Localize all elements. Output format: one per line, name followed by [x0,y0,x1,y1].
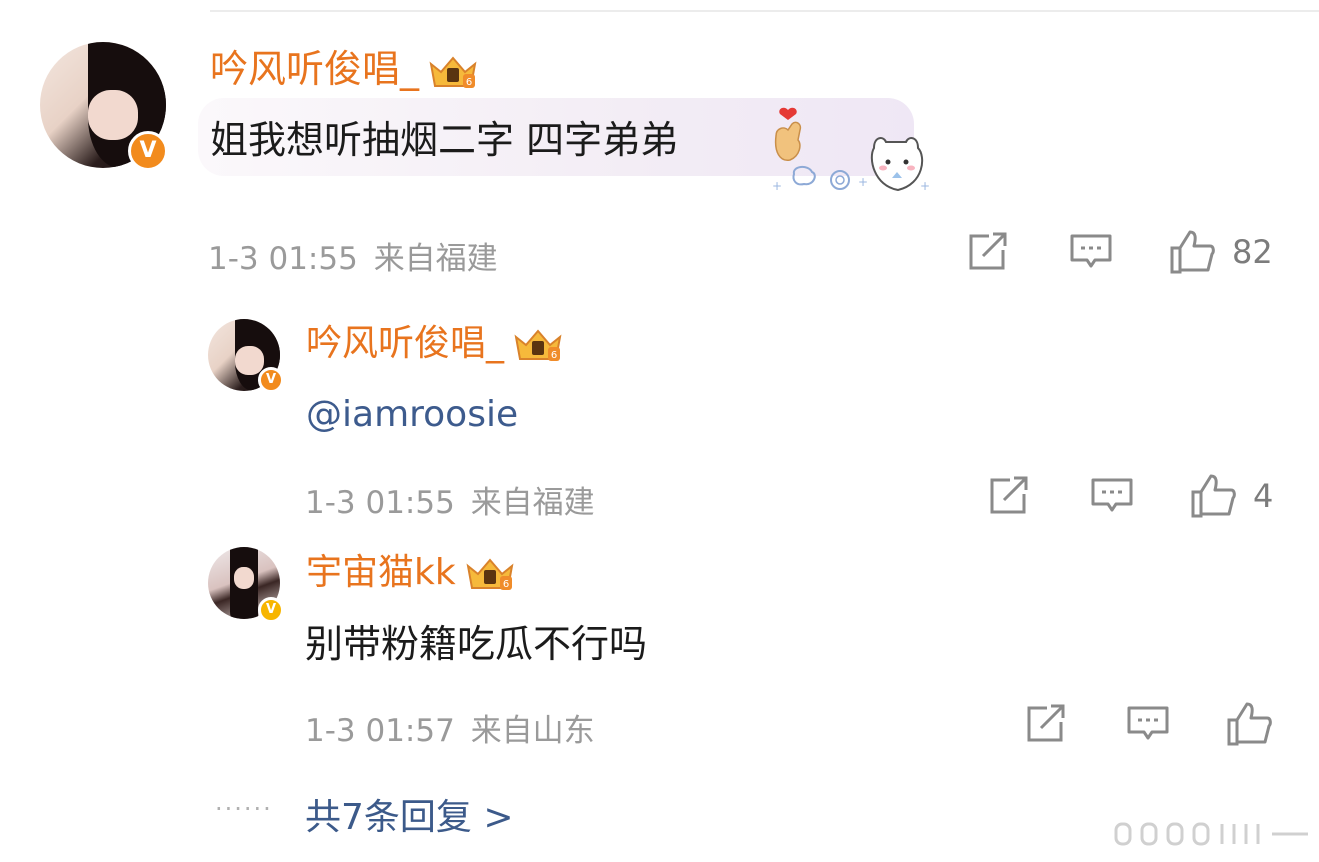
svg-text:6: 6 [503,579,509,590]
comment-icon[interactable] [1090,476,1134,516]
comment-icon[interactable] [1126,704,1170,744]
member-crown-icon: 6 [514,329,562,361]
reply-time: 1-3 01:55 [305,485,455,521]
svg-text:6: 6 [551,350,557,361]
cat-sticker-icon: + + + [770,134,930,200]
reply-time: 1-3 01:57 [305,713,455,749]
member-crown-icon: 6 [429,55,477,88]
verified-badge-icon: V [258,367,284,393]
comment-icon[interactable] [1069,232,1113,272]
reply-meta: 1-3 01:55 来自福建 [305,477,595,522]
svg-text:+: + [772,179,782,193]
reply-location: 来自山东 [470,713,595,749]
like-count: 82 [1232,233,1273,271]
share-icon[interactable] [1025,704,1069,744]
svg-text:+: + [858,175,868,189]
comment-time: 1-3 01:55 [208,241,358,277]
reply-location: 来自福建 [470,485,595,521]
comment-meta: 1-3 01:55 来自福建 [208,233,498,278]
reply-text: 别带粉籍吃瓜不行吗 [305,622,648,666]
like-count: 4 [1253,477,1274,515]
watermark-icon [1112,820,1312,852]
thumbs-up-icon[interactable] [1168,228,1216,274]
verified-badge-icon: V [258,597,284,623]
reply-meta: 1-3 01:57 来自山东 [305,705,595,750]
svg-text:6: 6 [466,77,472,88]
reply-username[interactable]: 宇宙猫kk 6 [306,551,516,595]
member-crown-icon: 6 [466,558,514,590]
thumbs-up-icon[interactable] [1189,472,1237,518]
svg-text:+: + [920,179,930,193]
mention-link[interactable]: @iamroosie [306,394,518,435]
top-divider [210,10,1319,12]
reply-username[interactable]: 吟风听俊唱_ 6 [306,322,564,366]
comment-location: 来自福建 [373,241,498,277]
more-replies-link[interactable]: 共7条回复 > [305,788,514,840]
more-replies-dots: ······ [215,795,273,823]
comment-text: 姐我想听抽烟二字 四字弟弟 [210,118,679,162]
share-icon[interactable] [967,232,1011,272]
share-icon[interactable] [988,476,1032,516]
verified-badge-icon: V [128,131,168,171]
comment-username[interactable]: 吟风听俊唱_ 6 [210,47,479,91]
thumbs-up-icon[interactable] [1225,700,1273,746]
